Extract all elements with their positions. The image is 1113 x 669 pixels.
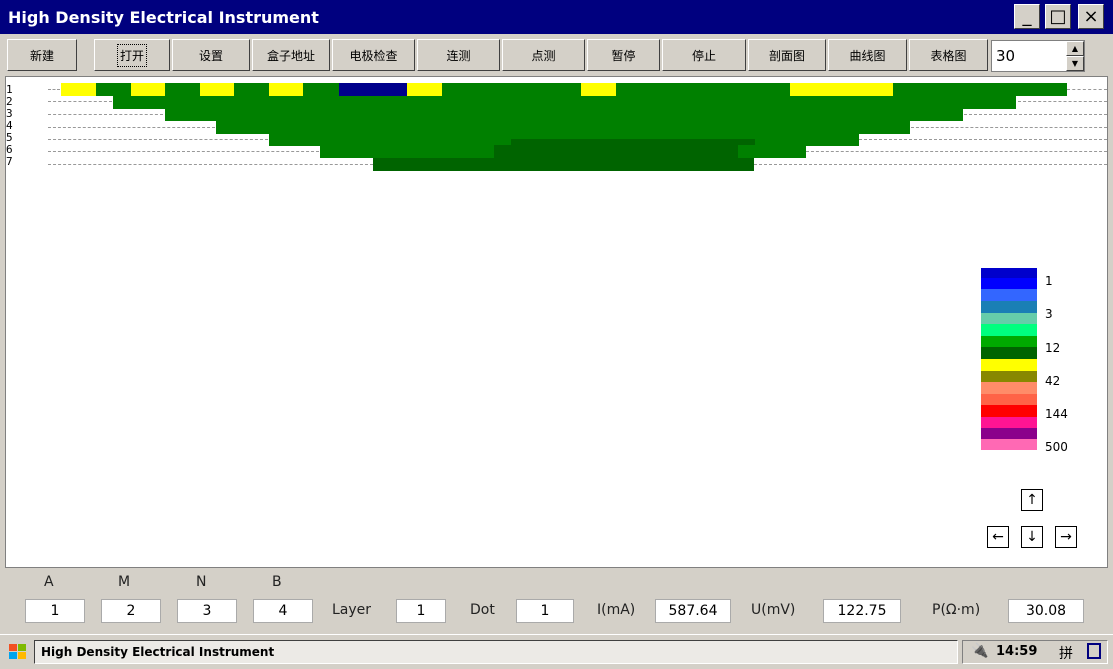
electrode-b-label: B xyxy=(272,574,282,590)
maximize-icon: □ xyxy=(1049,5,1067,27)
guide-line xyxy=(911,127,1107,128)
guide-line xyxy=(48,164,373,165)
interval-value[interactable]: 30 xyxy=(996,47,1015,65)
guide-line xyxy=(48,139,268,140)
row-label: 1 xyxy=(6,83,13,96)
resistivity-cell xyxy=(339,83,407,96)
arrow-up-icon[interactable]: ↑ xyxy=(1021,489,1043,511)
system-tray: 🔌 14:59 拼 xyxy=(962,640,1108,664)
spin-up-icon[interactable]: ▲ xyxy=(1066,41,1084,56)
guide-line xyxy=(48,151,319,152)
point-measure-button[interactable]: 点测 xyxy=(502,39,585,71)
toolbar: 新建 打开 设置 盒子地址 电极检查 连测 点测 暂停 停止 剖面图 曲线图 表… xyxy=(0,34,1113,76)
legend-label: 3 xyxy=(1045,307,1053,321)
desktop-icon[interactable] xyxy=(1087,643,1101,659)
box-address-button[interactable]: 盒子地址 xyxy=(252,39,330,71)
color-scale xyxy=(981,268,1037,458)
layer-field[interactable]: 1 xyxy=(396,599,446,623)
electrode-m-label: M xyxy=(118,574,131,590)
row-label: 4 xyxy=(6,119,13,132)
guide-line xyxy=(48,101,112,102)
arrow-left-icon[interactable]: ← xyxy=(987,526,1009,548)
arrow-right-icon[interactable]: → xyxy=(1055,526,1077,548)
minimize-button[interactable]: _ xyxy=(1014,4,1040,29)
window-title: High Density Electrical Instrument xyxy=(8,8,319,27)
electrode-a-field[interactable]: 1 xyxy=(25,599,85,623)
voltage-label: U(mV) xyxy=(751,602,796,618)
power-plug-icon[interactable]: 🔌 xyxy=(971,643,988,659)
stop-button[interactable]: 停止 xyxy=(662,39,746,71)
windows-flag-icon xyxy=(9,644,26,659)
spin-down-icon[interactable]: ▼ xyxy=(1066,56,1084,71)
resistivity-field[interactable]: 30.08 xyxy=(1008,599,1084,623)
resistivity-layer-7 xyxy=(373,158,754,171)
profile-canvas: 1 2 3 4 5 6 7 1 3 12 42 144 500 ↑ ← ↓ → xyxy=(5,76,1108,568)
resistivity-cell xyxy=(494,145,738,158)
resistivity-cell xyxy=(131,83,165,96)
guide-line xyxy=(48,114,163,115)
row-label: 3 xyxy=(6,107,13,120)
current-label: I(mA) xyxy=(597,602,636,618)
guide-line xyxy=(48,89,60,90)
electrode-m-field[interactable]: 2 xyxy=(101,599,161,623)
dot-field[interactable]: 1 xyxy=(516,599,574,623)
layer-label: Layer xyxy=(332,602,372,618)
legend-label: 500 xyxy=(1045,440,1068,454)
profile-chart-button[interactable]: 剖面图 xyxy=(748,39,826,71)
ime-indicator[interactable]: 拼 xyxy=(1059,643,1073,663)
resistivity-layer-3 xyxy=(165,108,963,121)
guide-line xyxy=(806,151,1107,152)
guide-line xyxy=(1067,89,1107,90)
pause-button[interactable]: 暂停 xyxy=(587,39,660,71)
electrode-n-label: N xyxy=(196,574,207,590)
resistivity-cell xyxy=(200,83,234,96)
resistivity-cell xyxy=(61,83,96,96)
electrode-n-field[interactable]: 3 xyxy=(177,599,237,623)
dot-label: Dot xyxy=(470,602,495,618)
curve-chart-button[interactable]: 曲线图 xyxy=(828,39,907,71)
legend-label: 12 xyxy=(1045,341,1061,355)
resistivity-label: P(Ω·m) xyxy=(932,602,981,618)
taskbar-app-item[interactable]: High Density Electrical Instrument xyxy=(34,640,958,664)
electrode-b-field[interactable]: 4 xyxy=(253,599,313,623)
measurement-panel: A M N B 1 2 3 4 Layer 1 Dot 1 I(mA) 587.… xyxy=(0,568,1113,634)
electrode-a-label: A xyxy=(44,574,54,590)
row-label: 2 xyxy=(6,95,13,108)
current-field[interactable]: 587.64 xyxy=(655,599,731,623)
taskbar: High Density Electrical Instrument 🔌 14:… xyxy=(0,634,1113,669)
close-button[interactable]: × xyxy=(1078,4,1104,29)
guide-line xyxy=(754,164,1107,165)
arrow-down-icon[interactable]: ↓ xyxy=(1021,526,1043,548)
resistivity-cell xyxy=(790,83,893,96)
electrode-check-button[interactable]: 电极检查 xyxy=(332,39,415,71)
voltage-field[interactable]: 122.75 xyxy=(823,599,901,623)
row-label: 7 xyxy=(6,155,13,168)
guide-line xyxy=(48,127,215,128)
close-icon: × xyxy=(1083,5,1099,27)
legend-label: 144 xyxy=(1045,407,1068,421)
guide-line xyxy=(964,114,1107,115)
continuous-measure-button[interactable]: 连测 xyxy=(417,39,500,71)
title-bar: High Density Electrical Instrument _ □ × xyxy=(0,0,1113,34)
clock[interactable]: 14:59 xyxy=(996,644,1037,659)
start-button[interactable] xyxy=(4,640,32,664)
resistivity-cell xyxy=(407,83,442,96)
new-button[interactable]: 新建 xyxy=(7,39,77,71)
guide-line xyxy=(1018,101,1107,102)
row-label: 6 xyxy=(6,143,13,156)
minimize-icon: _ xyxy=(1022,5,1032,27)
open-button[interactable]: 打开 xyxy=(94,39,170,71)
resistivity-cell xyxy=(269,83,303,96)
legend-label: 42 xyxy=(1045,374,1061,388)
guide-line xyxy=(859,139,1107,140)
resistivity-cell xyxy=(581,83,616,96)
settings-button[interactable]: 设置 xyxy=(172,39,250,71)
table-chart-button[interactable]: 表格图 xyxy=(909,39,988,71)
row-label: 5 xyxy=(6,131,13,144)
interval-spinbox[interactable]: 30 ▲ ▼ xyxy=(991,40,1085,72)
legend-label: 1 xyxy=(1045,274,1053,288)
maximize-button[interactable]: □ xyxy=(1045,4,1071,29)
